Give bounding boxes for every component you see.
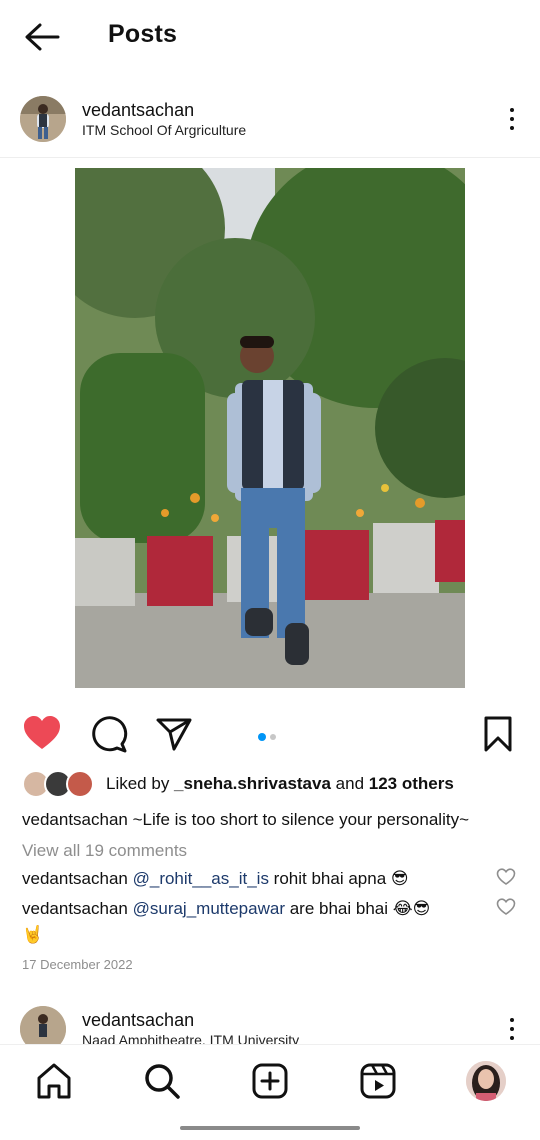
post-date: 17 December 2022 bbox=[22, 957, 133, 972]
bottom-navigation bbox=[0, 1044, 540, 1140]
top-bar: Posts bbox=[0, 0, 540, 78]
profile-avatar[interactable] bbox=[466, 1061, 506, 1101]
page-title: Posts bbox=[108, 20, 178, 48]
post-author-username[interactable]: vedantsachan bbox=[82, 100, 194, 121]
next-post-header: vedantsachan Naad Amphitheatre, ITM Univ… bbox=[0, 1004, 540, 1044]
carousel-indicator bbox=[258, 728, 280, 741]
home-icon[interactable] bbox=[34, 1061, 74, 1101]
more-options-icon[interactable] bbox=[506, 106, 518, 134]
plus-square-icon[interactable] bbox=[250, 1061, 290, 1101]
post-location[interactable]: ITM School Of Argriculture bbox=[82, 122, 246, 138]
comment-text: are bhai bhai 😂😎 bbox=[285, 899, 431, 918]
reels-icon[interactable] bbox=[358, 1061, 398, 1101]
post-action-bar bbox=[0, 710, 540, 756]
comment-mention[interactable]: @suraj_muttepawar bbox=[133, 899, 285, 918]
comment-text: rohit bhai apna 😎 bbox=[268, 869, 409, 888]
comment-like-icon[interactable] bbox=[496, 898, 516, 916]
comment-item: vedantsachan @_rohit__as_it_is rohit bha… bbox=[22, 869, 409, 889]
post-location[interactable]: Naad Amphitheatre, ITM University bbox=[82, 1032, 299, 1044]
liker-avatar bbox=[66, 770, 94, 798]
carousel-dot bbox=[270, 733, 276, 740]
comment-icon[interactable] bbox=[88, 714, 128, 754]
post-author-avatar[interactable] bbox=[20, 96, 66, 142]
liker-avatars[interactable] bbox=[22, 770, 96, 798]
caption-username[interactable]: vedantsachan bbox=[22, 810, 128, 829]
comment-like-icon[interactable] bbox=[496, 868, 516, 886]
post-header: vedantsachan ITM School Of Argriculture bbox=[0, 92, 540, 158]
post-photo[interactable] bbox=[75, 168, 465, 688]
caption-text: ~Life is too short to silence your perso… bbox=[127, 810, 470, 829]
system-home-indicator[interactable] bbox=[180, 1126, 360, 1130]
paper-plane-icon[interactable] bbox=[154, 714, 194, 754]
comment-username[interactable]: vedantsachan bbox=[22, 869, 128, 888]
view-all-comments-link[interactable]: View all 19 comments bbox=[22, 841, 187, 861]
heart-filled-icon[interactable] bbox=[22, 714, 62, 754]
likes-summary[interactable]: Liked by _sneha.shrivastava and 123 othe… bbox=[106, 774, 454, 794]
comment-username[interactable]: vedantsachan bbox=[22, 899, 128, 918]
likes-row: Liked by _sneha.shrivastava and 123 othe… bbox=[0, 768, 540, 802]
caption: vedantsachan ~Life is too short to silen… bbox=[22, 810, 469, 830]
comment-text-continuation: 🤘 bbox=[22, 925, 44, 944]
post-author-avatar[interactable] bbox=[20, 1006, 66, 1044]
search-icon[interactable] bbox=[142, 1061, 182, 1101]
bookmark-icon[interactable] bbox=[478, 714, 518, 754]
carousel-dot-active bbox=[258, 732, 266, 741]
post-author-username[interactable]: vedantsachan bbox=[82, 1010, 194, 1031]
more-options-icon[interactable] bbox=[506, 1016, 518, 1044]
comment-mention[interactable]: @_rohit__as_it_is bbox=[133, 869, 269, 888]
comment-item: vedantsachan @suraj_muttepawar are bhai … bbox=[22, 899, 430, 919]
back-arrow-icon[interactable] bbox=[20, 18, 64, 58]
